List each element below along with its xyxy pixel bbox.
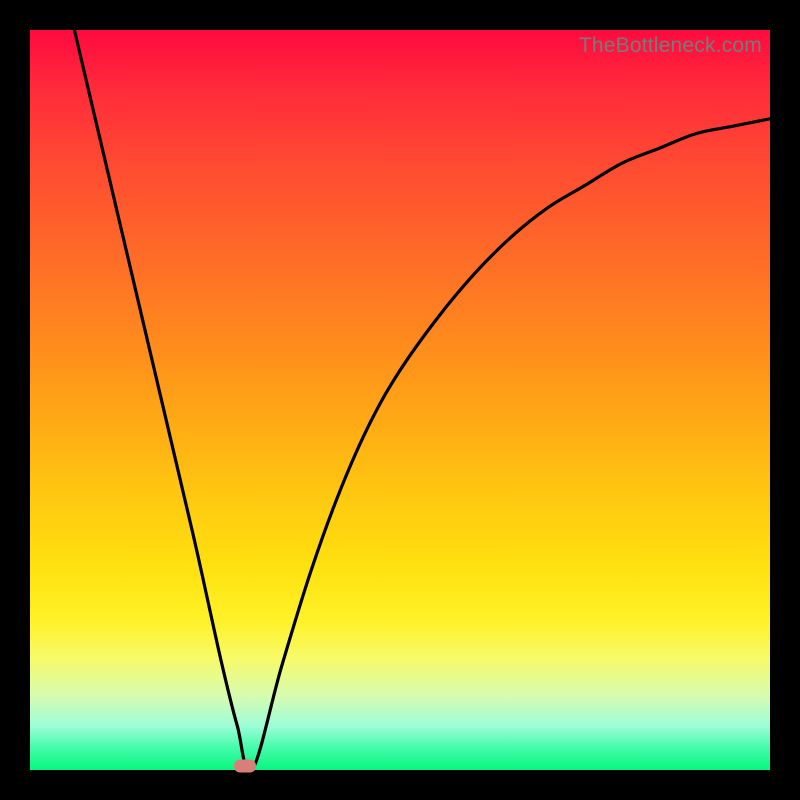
curve-path bbox=[74, 30, 770, 770]
bottleneck-curve bbox=[30, 30, 770, 770]
plot-area: TheBottleneck.com bbox=[30, 30, 770, 770]
optimum-marker bbox=[234, 760, 256, 773]
chart-frame: TheBottleneck.com bbox=[0, 0, 800, 800]
